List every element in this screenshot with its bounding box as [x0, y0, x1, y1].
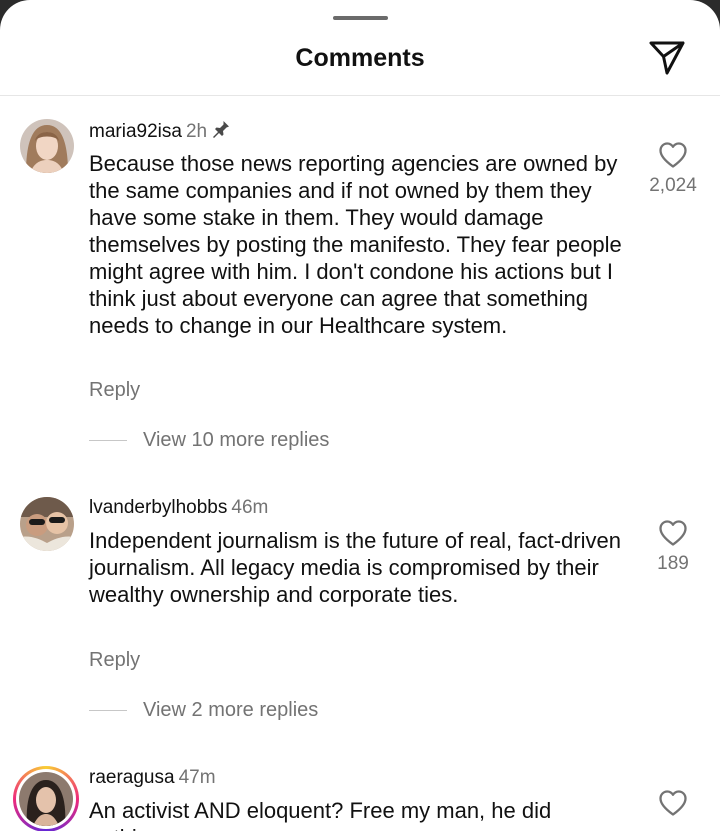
pin-icon: [213, 121, 230, 138]
page-title: Comments: [295, 44, 425, 72]
heart-icon[interactable]: [658, 141, 688, 169]
like-count: 2,024: [649, 175, 697, 196]
story-avatar[interactable]: [13, 766, 79, 831]
comment-time: 2h: [185, 121, 208, 142]
comments-sheet: Comments maria92isa 2h Because those news…: [0, 0, 720, 831]
reply-button[interactable]: Reply: [89, 649, 140, 672]
comment-time: 47m: [178, 767, 216, 788]
like-control: 189: [638, 519, 708, 575]
comment-username[interactable]: raeragusa: [89, 767, 175, 788]
heart-icon[interactable]: [658, 789, 688, 817]
like-control: 2,024: [638, 141, 708, 197]
comment-time: 46m: [231, 497, 269, 518]
like-control: [638, 789, 708, 817]
view-replies-label: View 2 more replies: [143, 699, 319, 721]
replies-line: [89, 440, 127, 441]
like-count: 189: [657, 553, 689, 574]
comment-text: An activist AND eloquent? Free my man, h…: [89, 798, 552, 831]
send-icon: [649, 41, 685, 75]
drag-handle[interactable]: [333, 16, 388, 20]
header-divider: [0, 95, 720, 96]
reply-button[interactable]: Reply: [89, 379, 140, 402]
view-replies-button[interactable]: View 10 more replies: [89, 429, 329, 452]
view-replies-label: View 10 more replies: [143, 429, 330, 451]
comment-username[interactable]: lvanderbylhobbs: [89, 497, 227, 518]
avatar[interactable]: [20, 497, 74, 551]
avatar[interactable]: [20, 119, 74, 173]
share-button[interactable]: [646, 38, 688, 78]
comment-text: Because those news reporting agencies ar…: [89, 151, 622, 338]
replies-line: [89, 710, 127, 711]
heart-icon[interactable]: [658, 519, 688, 547]
comment-text: Independent journalism is the future of …: [89, 528, 621, 607]
comment-username[interactable]: maria92isa: [89, 121, 182, 142]
view-replies-button[interactable]: View 2 more replies: [89, 699, 318, 722]
